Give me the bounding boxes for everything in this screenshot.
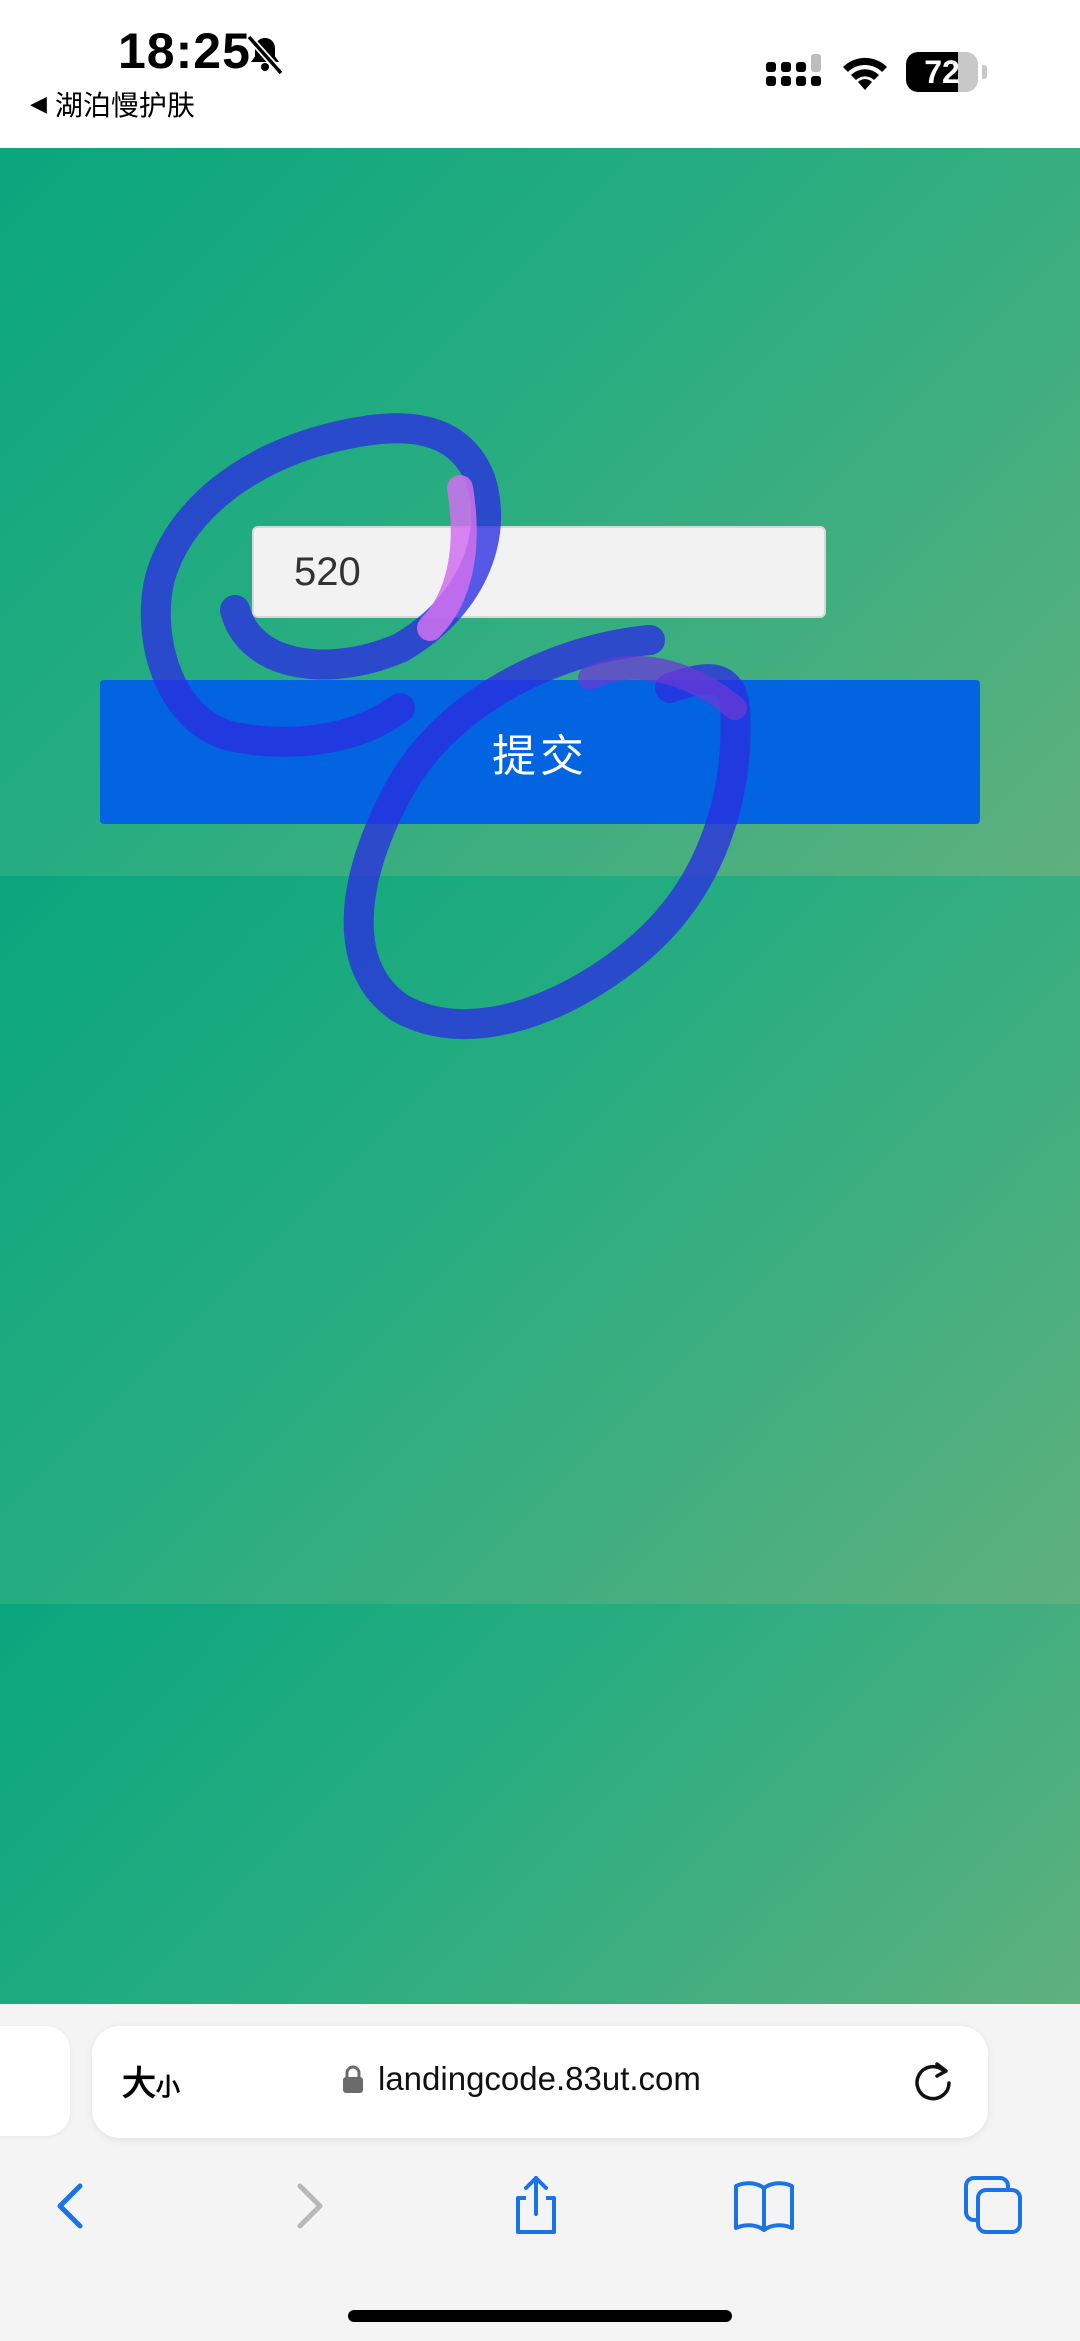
address-bar[interactable]: 大小 landingcode.83ut.com (92, 2026, 988, 2138)
url-text: landingcode.83ut.com (378, 2060, 701, 2097)
previous-tab-card[interactable] (0, 2026, 70, 2136)
text-size-small-label: 小 (156, 2074, 180, 2101)
wifi-icon (843, 57, 887, 90)
text-size-big-label: 大 (122, 2065, 156, 2103)
back-to-app-link[interactable]: ◀ 湖泊慢护肤 (30, 84, 195, 124)
battery-body: 72 (906, 52, 978, 92)
status-bar: 18:25 ◀ 湖泊慢护肤 72 (0, 0, 1080, 148)
chevron-right-icon[interactable] (276, 2174, 340, 2238)
safari-toolbar: 大小 landingcode.83ut.com (0, 2004, 1080, 2341)
share-icon[interactable] (504, 2174, 568, 2238)
code-input[interactable] (252, 526, 826, 618)
text-size-button[interactable]: 大小 (122, 2056, 180, 2105)
home-indicator (348, 2310, 732, 2322)
back-triangle-icon: ◀ (30, 91, 47, 116)
submit-button[interactable]: 提交 (100, 680, 980, 824)
book-icon[interactable] (732, 2174, 796, 2238)
safari-nav-row (0, 2164, 1080, 2254)
web-page: 提交 (0, 148, 1080, 2004)
tabs-icon[interactable] (962, 2174, 1026, 2238)
lock-icon (343, 2065, 363, 2093)
battery-cap (982, 65, 987, 79)
reload-icon[interactable] (908, 2056, 958, 2106)
chevron-left-icon[interactable] (40, 2174, 104, 2238)
battery-level: 72 (924, 54, 960, 90)
cellular-signal-icon (766, 54, 821, 86)
status-time: 18:25 (118, 23, 251, 79)
battery-indicator: 72 (906, 52, 988, 94)
bell-slash-icon (246, 34, 284, 76)
background-band-3 (0, 1604, 1080, 2004)
back-app-label: 湖泊慢护肤 (54, 90, 195, 121)
phone-screen: 18:25 ◀ 湖泊慢护肤 72 520 提交 大小 landingcode.8… (0, 0, 1080, 2341)
background-band-2 (0, 876, 1080, 1604)
url-display[interactable]: landingcode.83ut.com (342, 2060, 701, 2098)
